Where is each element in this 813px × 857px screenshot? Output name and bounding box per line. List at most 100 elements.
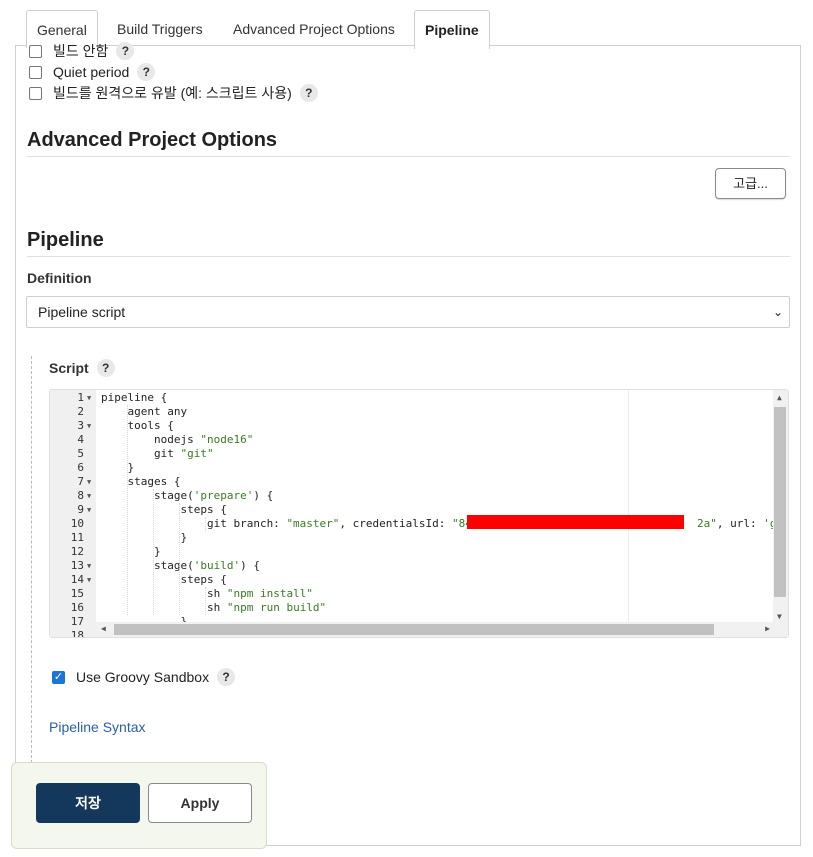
advanced-project-options-title: Advanced Project Options <box>27 129 790 157</box>
code-text: steps { <box>101 573 227 586</box>
vertical-scroll-thumb[interactable] <box>774 407 786 597</box>
line-number: 9 <box>77 503 84 516</box>
indent-guide <box>179 503 180 615</box>
code-text: stage('build') { <box>101 559 260 572</box>
code-text: git "git" <box>101 447 214 460</box>
help-icon[interactable]: ? <box>299 84 318 102</box>
code-line: 3 ▼ tools { <box>50 419 788 433</box>
line-number: 5 <box>77 447 84 460</box>
help-icon[interactable]: ? <box>217 668 236 686</box>
groovy-sandbox-label: Use Groovy Sandbox <box>76 669 210 685</box>
code-text: tools { <box>101 419 174 432</box>
code-line: 7 ▼ stages { <box>50 475 788 489</box>
line-number: 14 <box>70 573 84 586</box>
script-editor[interactable]: 1 ▼ pipeline {2 agent any 3 ▼ tools {4 nodej… <box>49 389 789 638</box>
code-text: sh "npm run build" <box>101 601 327 614</box>
fold-arrow-icon[interactable]: ▼ <box>87 391 91 405</box>
code-line: 14 ▼ steps { <box>50 573 788 587</box>
code-line: 12 } <box>50 545 788 559</box>
definition-label: Definition <box>27 270 92 286</box>
fold-arrow-icon[interactable]: ▼ <box>87 475 91 489</box>
scroll-left-icon[interactable]: ◀ <box>101 624 106 633</box>
option-remote-trigger[interactable]: 빌드를 원격으로 유발 (예: 스크립트 사용) ? <box>29 83 318 103</box>
remote-trigger-label: 빌드를 원격으로 유발 (예: 스크립트 사용) <box>53 85 292 101</box>
line-number: 12 <box>70 545 84 558</box>
line-number: 8 <box>77 489 84 502</box>
quiet-period-label: Quiet period <box>53 64 130 80</box>
code-line: 2 agent any <box>50 405 788 419</box>
line-number: 11 <box>70 531 84 544</box>
disable-build-label: 빌드 안함 <box>53 43 109 59</box>
code-text: } <box>101 531 188 544</box>
line-number: 6 <box>77 461 84 474</box>
line-number: 18 <box>70 629 84 638</box>
redaction-box <box>467 515 684 529</box>
indent-guide <box>205 517 206 531</box>
horizontal-scrollbar[interactable]: ◀ ▶ <box>96 622 788 637</box>
quiet-period-checkbox[interactable] <box>29 65 42 79</box>
code-line: 11 } <box>50 531 788 545</box>
code-line: 8 ▼ stage('prepare') { <box>50 489 788 503</box>
indent-guide <box>127 405 128 615</box>
code-line: 5 git "git" <box>50 447 788 461</box>
line-number: 16 <box>70 601 84 614</box>
vertical-scrollbar[interactable]: ▲ ▼ <box>773 390 788 623</box>
help-icon[interactable]: ? <box>116 42 135 60</box>
option-disable-build[interactable]: 빌드 안함 ? <box>29 41 135 61</box>
fold-arrow-icon[interactable]: ▼ <box>87 573 91 587</box>
line-number: 2 <box>77 405 84 418</box>
code-text: nodejs "node16" <box>101 433 254 446</box>
line-number: 13 <box>70 559 84 572</box>
indent-guide <box>205 587 206 615</box>
line-number: 4 <box>77 433 84 446</box>
help-icon[interactable]: ? <box>137 63 156 81</box>
code-text: } <box>101 461 135 474</box>
tab-pipeline[interactable]: Pipeline <box>414 10 490 49</box>
indent-guide <box>153 489 154 615</box>
code-line: 1 ▼ pipeline { <box>50 391 788 405</box>
disable-build-checkbox[interactable] <box>29 44 42 58</box>
code-text: steps { <box>101 503 227 516</box>
fold-arrow-icon[interactable]: ▼ <box>87 503 91 517</box>
line-number: 3 <box>77 419 84 432</box>
code-line: 6 } <box>50 461 788 475</box>
line-number: 10 <box>70 517 84 530</box>
tab-advanced-project-options[interactable]: Advanced Project Options <box>223 10 405 48</box>
code-line: 15 sh "npm install" <box>50 587 788 601</box>
horizontal-scroll-thumb[interactable] <box>114 624 714 635</box>
definition-select[interactable]: Pipeline script ⌄ <box>26 296 790 328</box>
line-number: 1 <box>77 391 84 404</box>
advanced-button[interactable]: 고급... <box>715 168 786 199</box>
pipeline-syntax-link[interactable]: Pipeline Syntax <box>49 719 146 735</box>
apply-button[interactable]: Apply <box>148 783 252 823</box>
script-label-row: Script ? <box>49 359 115 377</box>
code-line: 13 ▼ stage('build') { <box>50 559 788 573</box>
code-text: stages { <box>101 475 181 488</box>
scroll-up-icon[interactable]: ▲ <box>777 393 782 402</box>
save-button[interactable]: 저장 <box>36 783 140 823</box>
fold-arrow-icon[interactable]: ▼ <box>87 419 91 433</box>
remote-trigger-checkbox[interactable] <box>29 86 42 100</box>
line-number: 7 <box>77 475 84 488</box>
line-number: 17 <box>70 615 84 628</box>
chevron-down-icon: ⌄ <box>772 305 783 319</box>
script-label: Script <box>49 360 89 376</box>
definition-value: Pipeline script <box>38 304 126 320</box>
fold-arrow-icon[interactable]: ▼ <box>87 489 91 503</box>
fold-arrow-icon[interactable]: ▼ <box>87 559 91 573</box>
code-line: 4 nodejs "node16" <box>50 433 788 447</box>
help-icon[interactable]: ? <box>96 359 115 377</box>
groovy-sandbox-option[interactable]: ✓ Use Groovy Sandbox ? <box>52 668 236 686</box>
scroll-right-icon[interactable]: ▶ <box>765 624 770 633</box>
code-text: agent any <box>101 405 188 418</box>
option-quiet-period[interactable]: Quiet period ? <box>29 62 156 82</box>
groovy-sandbox-checkbox[interactable]: ✓ <box>52 670 65 684</box>
code-text: sh "npm install" <box>101 587 313 600</box>
section-divider <box>31 356 32 768</box>
code-text: pipeline { <box>101 391 168 404</box>
pipeline-title: Pipeline <box>27 229 790 257</box>
line-number: 15 <box>70 587 84 600</box>
code-text: } <box>101 545 161 558</box>
code-line: 16 sh "npm run build" <box>50 601 788 615</box>
scroll-down-icon[interactable]: ▼ <box>777 612 782 621</box>
